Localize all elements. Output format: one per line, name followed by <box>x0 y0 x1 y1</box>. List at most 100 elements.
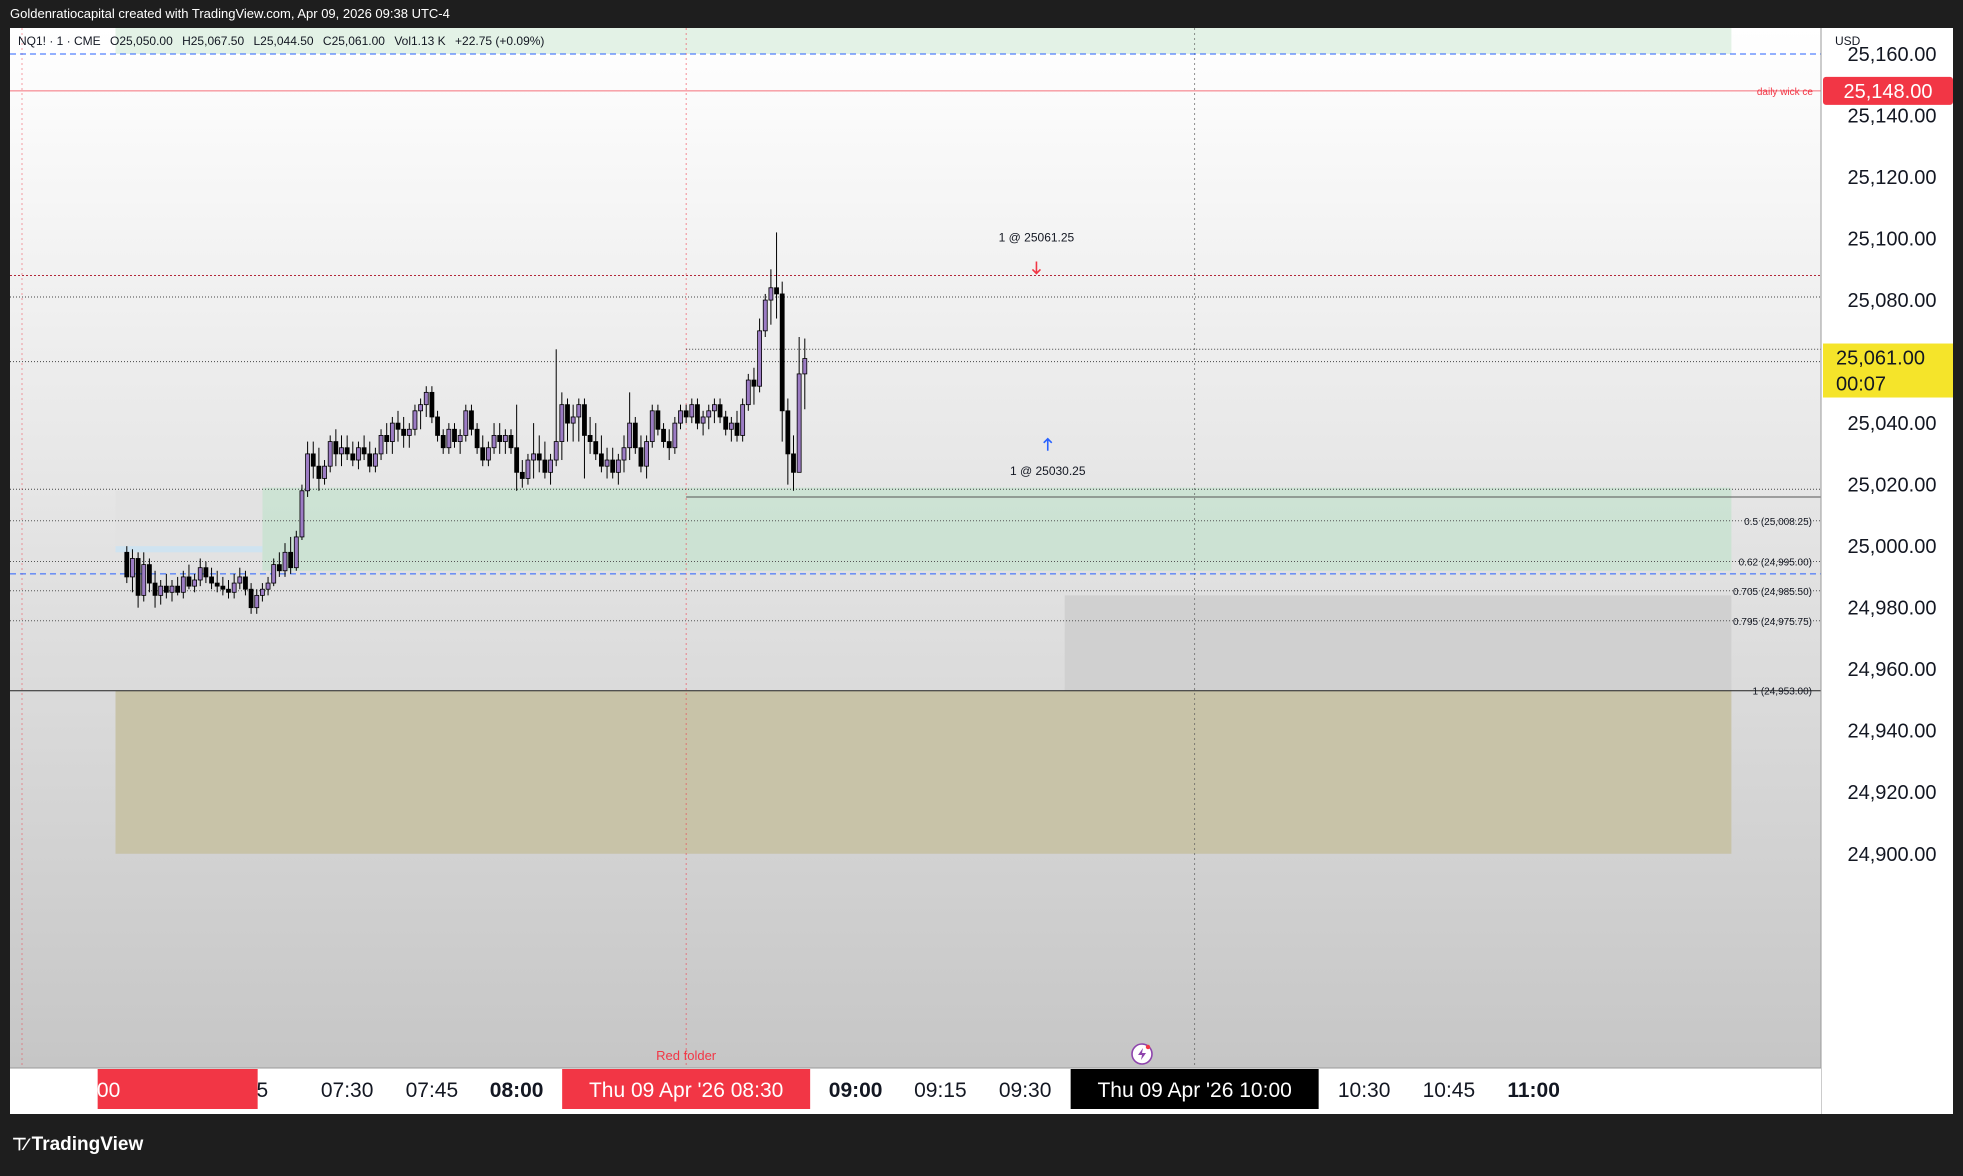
legend-close: C25,061.00 <box>323 34 385 48</box>
candle-body <box>745 379 751 406</box>
time-marker-text: pr '26 07:00 <box>10 1079 120 1102</box>
candle <box>740 398 746 442</box>
candle-body <box>169 585 175 593</box>
candle-body <box>305 453 311 492</box>
legend-volume: Vol1.13 K <box>394 34 445 48</box>
candle-body <box>282 551 288 572</box>
candle-body <box>717 404 723 418</box>
candle-body <box>463 410 469 436</box>
candle-body <box>485 447 491 461</box>
candle-body <box>231 582 237 593</box>
candle-body <box>615 459 621 473</box>
candle <box>293 530 299 571</box>
candle-body <box>774 287 779 295</box>
candle-body <box>565 404 570 424</box>
candle-body <box>412 410 418 430</box>
candle-body <box>582 404 587 436</box>
x-tick-label: 10:30 <box>1338 1079 1391 1102</box>
candle-body <box>124 551 130 578</box>
candle-body <box>638 447 644 467</box>
footer-bar: ⊤⁄ TradingView <box>0 1114 1963 1176</box>
candle-body <box>762 299 768 332</box>
candle-body <box>384 435 390 442</box>
candle-body <box>248 588 254 609</box>
chart-frame[interactable]: Red folder 0.5 (25,008.25) 0.62 (24,995.00… <box>10 28 1953 1114</box>
candle-body <box>469 410 474 430</box>
time-marker-text: Thu 09 Apr '26 10:00 <box>1097 1079 1291 1102</box>
candle-body <box>593 441 599 455</box>
candle-body <box>548 459 553 473</box>
candle-body <box>209 576 214 584</box>
candle-body <box>259 588 265 596</box>
candle-body <box>768 287 774 301</box>
candle-body <box>678 410 683 424</box>
candle-body <box>220 585 226 590</box>
candle-body <box>372 453 378 467</box>
candle-body <box>689 404 695 418</box>
fib-label-0_795: 0.795 (24,975.75) <box>1733 617 1812 628</box>
candle-body <box>299 490 305 538</box>
candle <box>762 293 768 337</box>
x-tick-label: 5 <box>257 1079 269 1102</box>
replay-icon[interactable] <box>1131 1043 1153 1065</box>
fib-label-0_705: 0.705 (24,985.50) <box>1733 587 1812 598</box>
candle-body <box>135 558 141 596</box>
candle-body <box>276 564 282 572</box>
y-tick-label: 25,160.00 <box>1848 44 1937 66</box>
candle-body <box>661 428 666 442</box>
legend-high: H25,067.50 <box>182 34 244 48</box>
candle-body <box>740 404 746 436</box>
price-tag-daily-wick-value: 25,148.00 <box>1844 81 1933 103</box>
fib-label-0_62: 0.62 (24,995.00) <box>1739 558 1812 569</box>
candle-body <box>695 404 700 424</box>
candle-body <box>423 391 429 406</box>
attribution-bar: Goldenratiocapital created with TradingV… <box>0 0 1963 28</box>
x-tick-label: 09:30 <box>999 1079 1052 1102</box>
candle-body <box>186 576 192 587</box>
candle-body <box>751 379 757 387</box>
candlestick-chart[interactable]: Red folder 0.5 (25,008.25) 0.62 (24,995.00… <box>10 28 1953 1114</box>
candle-body <box>542 459 548 473</box>
candle-body <box>389 422 395 442</box>
candle-body <box>502 435 508 442</box>
candle-body <box>576 404 582 418</box>
candle-body <box>531 453 536 461</box>
candle-body <box>310 453 316 467</box>
legend-open: O25,050.00 <box>110 34 173 48</box>
x-tick-label: 09:15 <box>914 1079 967 1102</box>
candle-body <box>288 551 294 569</box>
candle-body <box>632 422 638 449</box>
candle-body <box>452 428 457 442</box>
zone-olive-zone <box>115 690 1732 854</box>
candle-body <box>130 558 135 578</box>
y-tick-label: 25,040.00 <box>1848 413 1937 435</box>
last-price-value: 25,061.00 <box>1836 348 1925 370</box>
candle-body <box>480 447 486 461</box>
daily-wick-label: daily wick ce <box>1757 87 1814 98</box>
candle-body <box>644 441 649 467</box>
candle-body <box>322 465 327 479</box>
candle-body <box>378 435 384 455</box>
candle-body <box>226 588 231 593</box>
time-marker-1000: Thu 09 Apr '26 10:00 <box>1070 1069 1319 1109</box>
candle-body <box>435 416 440 436</box>
candle-body <box>587 435 593 442</box>
candle-body <box>672 422 678 449</box>
candle-body <box>649 410 655 442</box>
time-marker-bg <box>97 1069 258 1109</box>
candle-body <box>293 536 299 569</box>
symbol-legend: NQ1! · 1 · CME O25,050.00 H25,067.50 L25… <box>18 34 544 48</box>
price-axis-panel[interactable] <box>1821 28 1953 1114</box>
candle-body <box>152 582 158 596</box>
y-tick-label: 24,920.00 <box>1848 782 1937 804</box>
candle-body <box>361 447 367 455</box>
candle-body <box>356 447 361 461</box>
candle-body <box>395 422 401 430</box>
candle-body <box>683 410 689 418</box>
svg-text:NQ1! · 1 · CME O25,050: NQ1! · 1 · CME O25,050.00 H25,067.50 L25… <box>18 34 544 48</box>
y-tick-label: 25,140.00 <box>1848 106 1937 128</box>
candle-body <box>757 330 762 387</box>
candle-body <box>146 564 152 584</box>
candle-body <box>214 582 220 587</box>
tradingview-logo[interactable]: ⊤⁄ TradingView <box>12 1134 143 1156</box>
